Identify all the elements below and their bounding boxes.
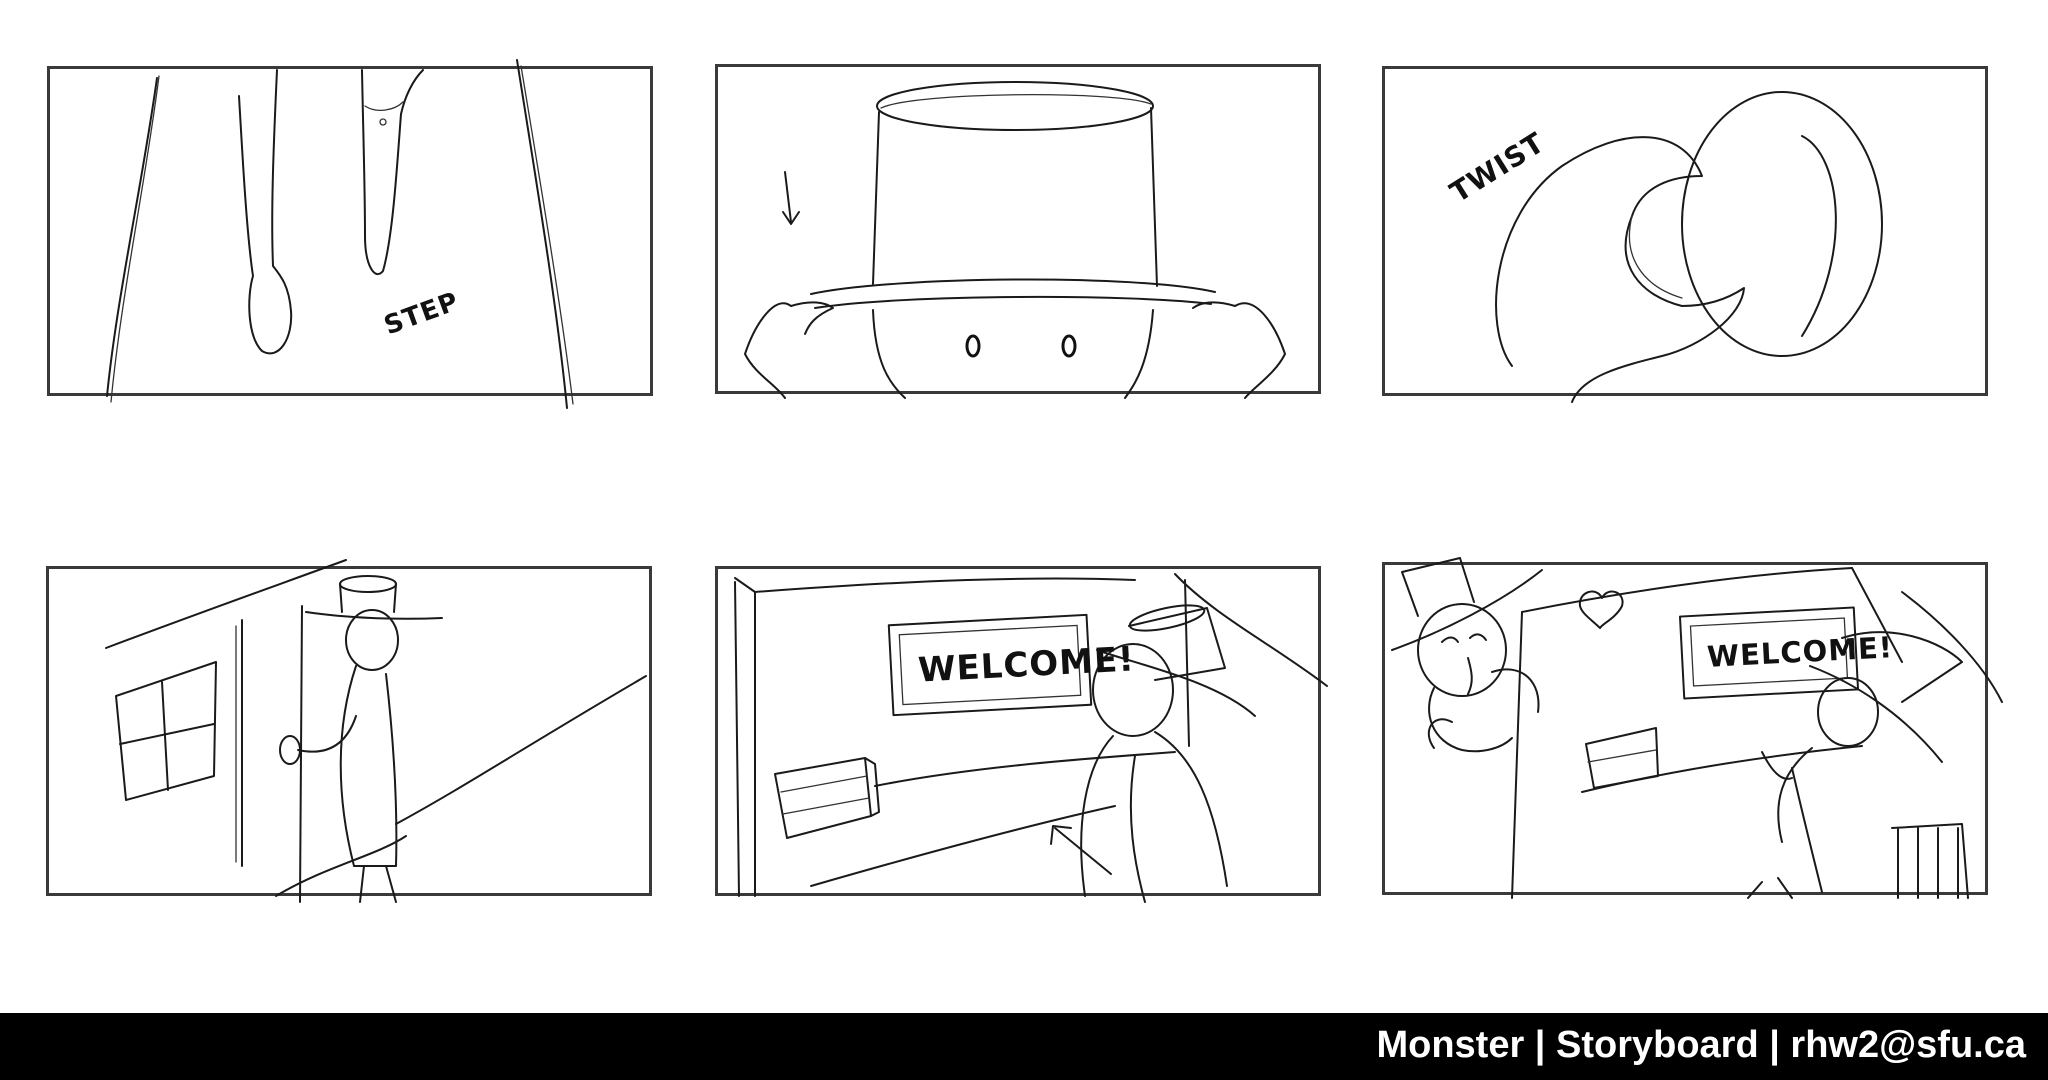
panel-4-sketch — [105, 559, 647, 903]
panel-1-sketch — [106, 59, 574, 409]
footer-credit: Monster | Storyboard | rhw2@sfu.ca — [1376, 1024, 2026, 1066]
footer-bar: Monster | Storyboard | rhw2@sfu.ca — [0, 1013, 2048, 1080]
storyboard-panel-1: STEP — [47, 59, 653, 409]
storyboard-panel-4 — [46, 559, 652, 903]
panel-3-sketch — [1495, 91, 1883, 403]
panel-6-sketch — [1391, 557, 2003, 899]
storyboard-panel-5: WELCOME! — [715, 566, 1328, 903]
storyboard-panel-6: WELCOME! — [1382, 557, 2003, 899]
panel-2-sketch — [744, 81, 1286, 399]
storyboard-panel-3: TWIST — [1382, 66, 1988, 403]
panel-5-sketch — [734, 573, 1328, 903]
storyboard-panel-2 — [715, 64, 1321, 399]
